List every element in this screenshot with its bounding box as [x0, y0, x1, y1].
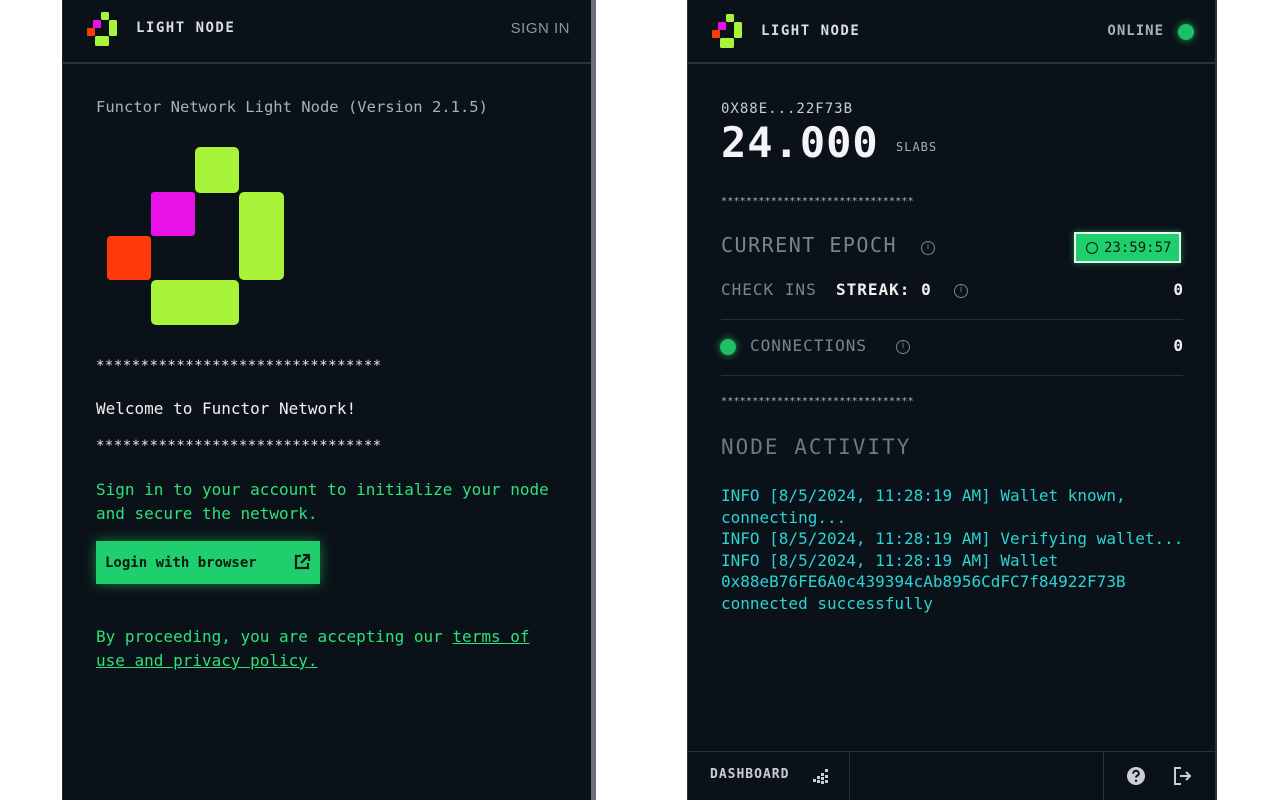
light-node-logo-icon — [87, 12, 117, 46]
right-panel-scrollbar[interactable] — [1215, 0, 1217, 800]
brand-name: LIGHT NODE — [761, 23, 861, 39]
stars-divider-top: ******************************** — [96, 358, 382, 374]
online-status-label: ONLINE — [1107, 23, 1164, 39]
log-entry: INFO [8/5/2024, 11:28:19 AM] Wallet 0x88… — [721, 550, 1136, 613]
online-status-dot — [1178, 24, 1194, 40]
light-node-logo-icon — [712, 14, 742, 48]
connections-info-icon[interactable]: i — [896, 340, 910, 354]
brand-name: LIGHT NODE — [136, 20, 236, 36]
login-with-browser-button[interactable]: Login with browser — [96, 541, 320, 584]
epoch-info-icon[interactable]: i — [921, 241, 935, 255]
logout-icon[interactable] — [1172, 766, 1192, 786]
terms-prefix: By proceeding, you are accepting our — [96, 627, 453, 646]
clock-icon — [1086, 241, 1098, 254]
login-button-label: Login with browser — [105, 554, 257, 571]
connections-label: CONNECTIONS — [750, 336, 867, 355]
streak-value: 0 — [921, 280, 932, 299]
streak-display: STREAK: 0 — [836, 280, 932, 299]
check-ins-value: 0 — [1173, 280, 1183, 299]
footer-bar: DASHBOARD — [688, 751, 1216, 800]
streak-label: STREAK: — [836, 280, 911, 299]
log-entry: INFO [8/5/2024, 11:28:19 AM] Wallet know… — [721, 486, 1136, 527]
divider — [721, 375, 1183, 376]
left-header: LIGHT NODE SIGN IN — [63, 0, 592, 64]
left-panel-scrollbar[interactable] — [591, 0, 596, 800]
version-text: Functor Network Light Node (Version 2.1.… — [96, 98, 488, 116]
stars-divider-2: ******************************* — [721, 396, 914, 407]
functor-logo-icon — [107, 147, 284, 325]
connections-value: 0 — [1173, 336, 1183, 355]
check-ins-info-icon[interactable]: i — [954, 284, 968, 298]
connections-status-dot — [720, 339, 736, 355]
node-activity-title: NODE ACTIVITY — [721, 435, 912, 459]
balance-value: 24.000 — [721, 118, 879, 167]
bar-chart-icon — [813, 769, 828, 784]
signin-instructions: Sign in to your account to initialize yo… — [96, 480, 549, 523]
terms-notice: By proceeding, you are accepting our ter… — [96, 625, 556, 673]
dashboard-button[interactable]: DASHBOARD — [688, 752, 850, 800]
help-icon[interactable] — [1126, 766, 1146, 786]
external-link-icon — [294, 553, 311, 570]
epoch-timer-value: 23:59:57 — [1104, 239, 1172, 256]
sign-in-link[interactable]: SIGN IN — [511, 20, 570, 37]
right-panel: LIGHT NODE ONLINE 0X88E...22F73B 24.000 … — [687, 0, 1217, 800]
welcome-heading: Welcome to Functor Network! — [96, 399, 357, 418]
left-panel: LIGHT NODE SIGN IN Functor Network Light… — [62, 0, 593, 800]
wallet-address: 0X88E...22F73B — [721, 101, 854, 117]
footer-actions — [1103, 752, 1216, 800]
divider — [721, 319, 1183, 320]
check-ins-label: CHECK INS — [721, 280, 817, 299]
balance-unit: SLABS — [896, 140, 938, 154]
current-epoch-label: CURRENT EPOCH — [721, 233, 898, 257]
right-header: LIGHT NODE ONLINE — [688, 0, 1216, 64]
epoch-timer[interactable]: 23:59:57 — [1074, 232, 1181, 263]
dashboard-label: DASHBOARD — [710, 767, 790, 782]
activity-log: INFO [8/5/2024, 11:28:19 AM] Wallet know… — [721, 485, 1191, 614]
stars-divider-bottom: ******************************** — [96, 438, 382, 454]
stars-divider-1: ******************************* — [721, 196, 914, 207]
log-entry: INFO [8/5/2024, 11:28:19 AM] Verifying w… — [721, 529, 1184, 548]
